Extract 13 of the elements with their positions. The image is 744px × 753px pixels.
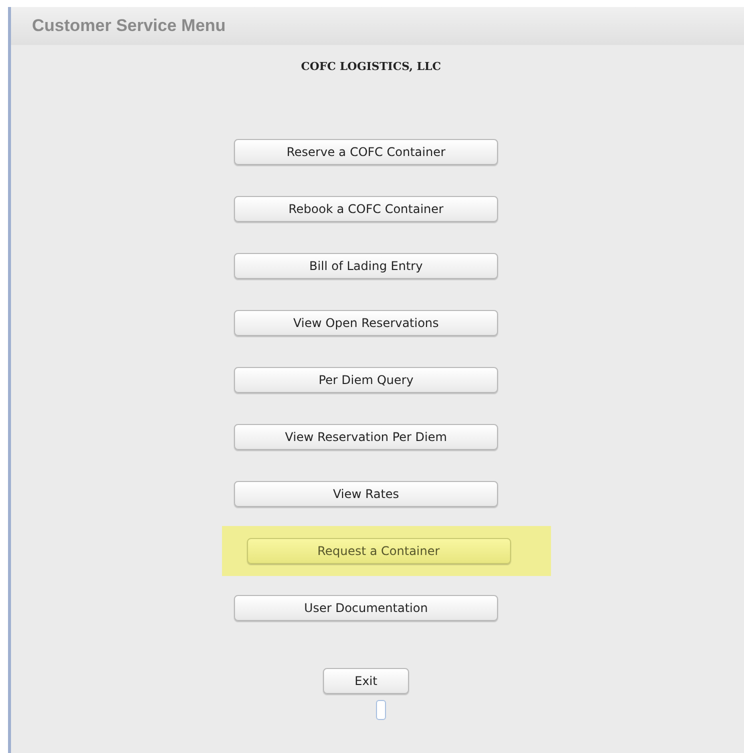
menu-button[interactable]: View Reservation Per Diem bbox=[234, 424, 498, 450]
page-title: Customer Service Menu bbox=[32, 15, 226, 38]
menu-button[interactable]: Reserve a COFC Container bbox=[234, 138, 498, 164]
menu-button[interactable]: Rebook a COFC Container bbox=[234, 196, 498, 222]
menu-button[interactable]: Per Diem Query bbox=[234, 366, 498, 392]
menu-button[interactable]: View Open Reservations bbox=[234, 310, 498, 336]
menu-button[interactable]: View Rates bbox=[234, 480, 498, 506]
menu-button[interactable]: User Documentation bbox=[234, 594, 498, 620]
company-name: COFC LOGISTICS, LLC bbox=[300, 59, 442, 75]
menu-button[interactable]: Request a Container bbox=[246, 538, 510, 564]
input-field[interactable] bbox=[376, 700, 386, 720]
exit-button[interactable]: Exit bbox=[323, 668, 409, 694]
menu-button[interactable]: Bill of Lading Entry bbox=[234, 252, 498, 278]
